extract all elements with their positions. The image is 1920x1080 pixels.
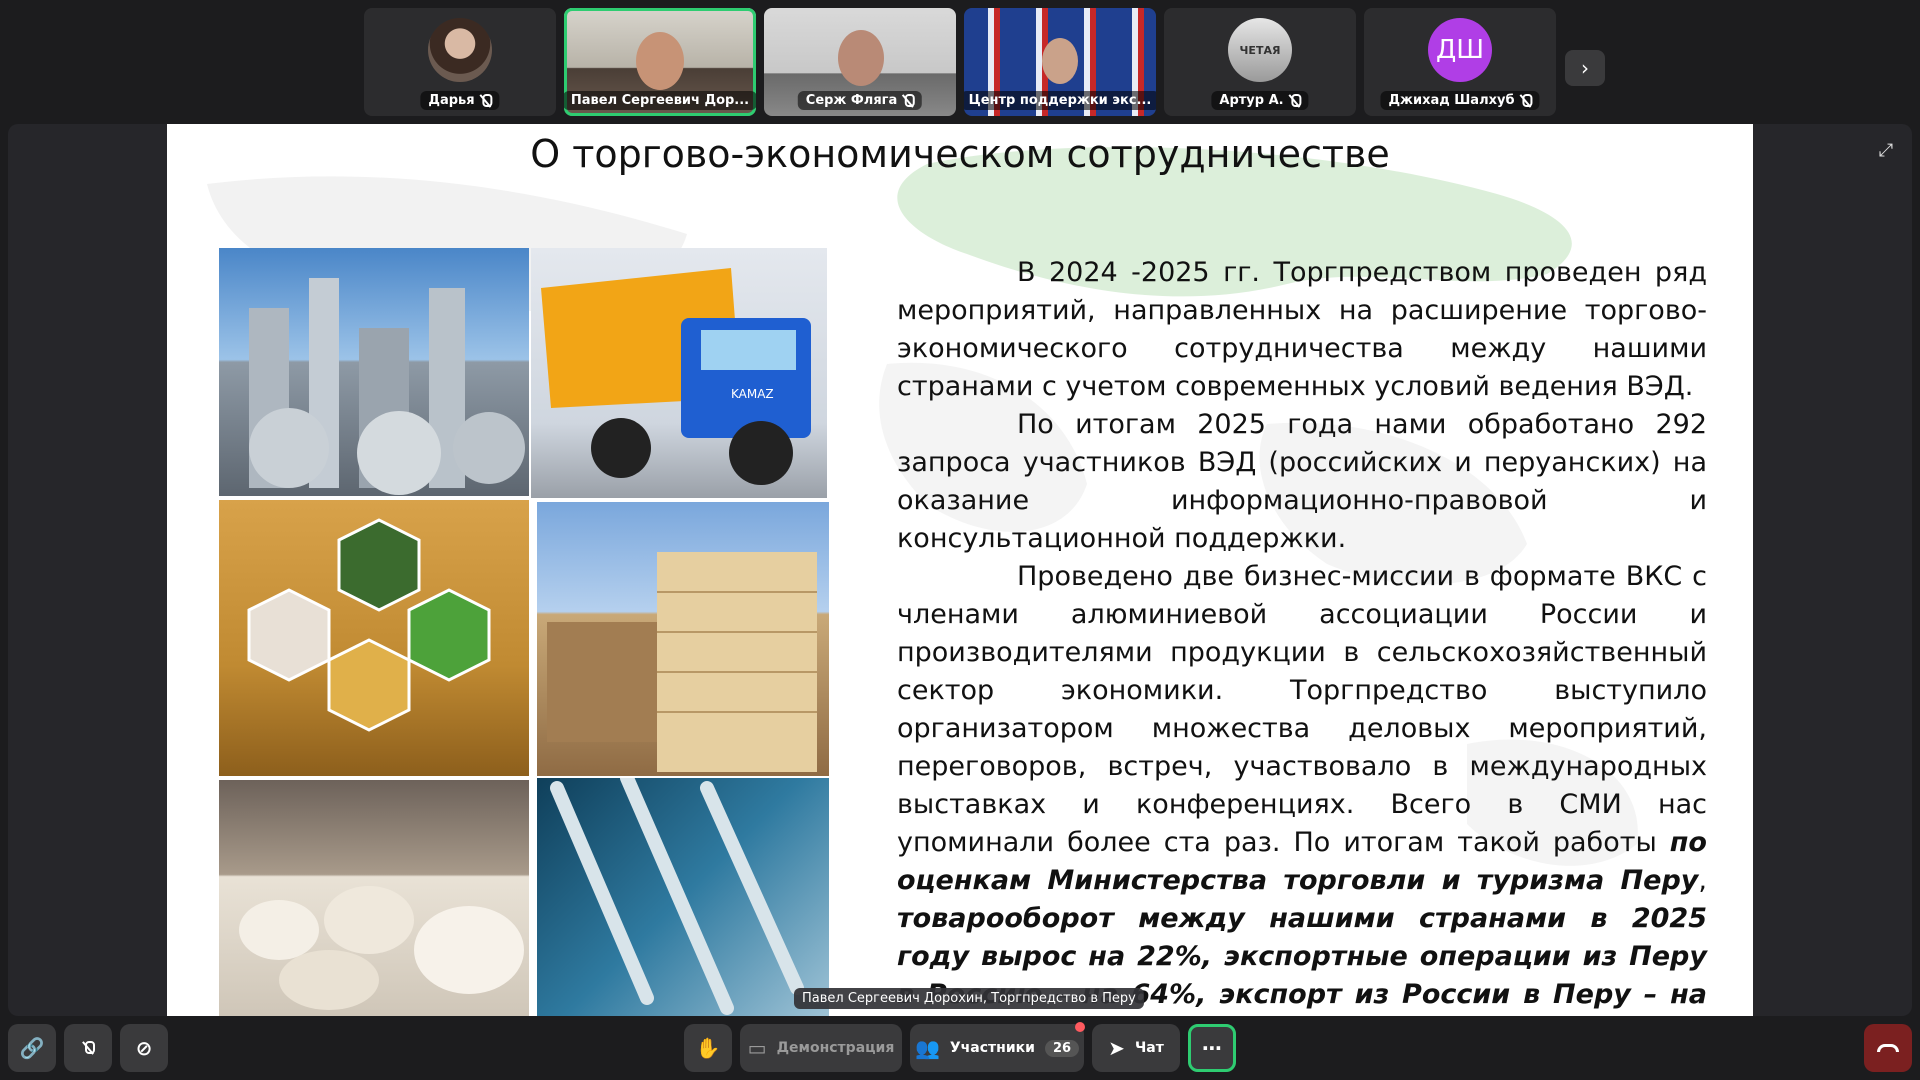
participant-video	[636, 32, 684, 90]
lumber-image	[537, 502, 829, 776]
screen-icon: ▭	[747, 1036, 767, 1060]
mic-off-icon	[1520, 93, 1533, 108]
participant-video	[838, 30, 884, 86]
chat-label: Чат	[1134, 1040, 1164, 1056]
truck-image: KAMAZ	[531, 248, 827, 498]
participants-button[interactable]: 👥 Участники 26	[910, 1024, 1084, 1072]
mic-off-icon	[1289, 93, 1302, 108]
copy-link-button[interactable]: 🔗	[8, 1024, 56, 1072]
presentation-slide: О торгово-экономическом сотрудничестве K…	[167, 124, 1753, 1016]
mic-off-icon	[480, 93, 493, 108]
slide-paragraph-text: Проведено две бизнес-миссии в формате ВК…	[897, 561, 1707, 858]
truck-brand-text: KAMAZ	[731, 387, 774, 401]
more-dots-icon: ⋯	[1202, 1036, 1222, 1060]
photo-collage: KAMAZ	[219, 248, 829, 1016]
slide-paragraph: По итогам 2025 года нами обработано 292 …	[897, 409, 1707, 554]
participant-name: Дарья	[428, 93, 475, 108]
slide-separator-text: ,	[1698, 865, 1707, 896]
participant-tile-active[interactable]: Павел Сергеевич Дор...	[564, 8, 756, 116]
mic-off-icon	[902, 93, 916, 108]
more-options-button[interactable]: ⋯	[1188, 1024, 1236, 1072]
participant-tile[interactable]: Серж Фляга	[764, 8, 956, 116]
participants-label: Участники	[949, 1040, 1035, 1056]
fullscreen-icon[interactable]: ⤢	[1874, 138, 1898, 162]
chat-button[interactable]: ➤ Чат	[1092, 1024, 1180, 1072]
participant-tile[interactable]: Центр поддержки экс...	[964, 8, 1156, 116]
steel-cable-image	[537, 778, 829, 1016]
participant-tile[interactable]: ЧЕТАЯ Артур А.	[1164, 8, 1356, 116]
screen-share-label: Демонстрация	[776, 1040, 895, 1056]
screen-share-stage: О торгово-экономическом сотрудничестве K…	[8, 124, 1912, 1016]
participant-name: Центр поддержки экс...	[968, 93, 1152, 108]
phone-hangup-icon	[1877, 1044, 1899, 1052]
slide-title: О торгово-экономическом сотрудничестве	[530, 132, 1390, 176]
participant-name: Джихад Шалхуб	[1388, 93, 1515, 108]
participant-name: Павел Сергеевич Дор...	[570, 93, 750, 108]
slide-body-text: В 2024 -2025 гг. Торгпредством проведен …	[897, 254, 1707, 1016]
camera-off-icon: ⊘	[135, 1036, 153, 1060]
mute-microphone-button[interactable]	[64, 1024, 112, 1072]
paper-rolls-image	[219, 780, 529, 1016]
raise-hand-button[interactable]: ✋	[684, 1024, 732, 1072]
screen-share-button[interactable]: ▭ Демонстрация	[740, 1024, 902, 1072]
slide-paragraph: В 2024 -2025 гг. Торгпредством проведен …	[897, 257, 1707, 402]
logo-avatar: ЧЕТАЯ	[1228, 18, 1292, 82]
refinery-image	[219, 248, 529, 496]
agriculture-image	[219, 500, 529, 776]
slide-paragraph: Проведено две бизнес-миссии в формате ВК…	[897, 558, 1707, 1016]
participant-tile[interactable]: ДШ Джихад Шалхуб	[1364, 8, 1556, 116]
participant-avatar	[428, 18, 492, 82]
participants-count-badge: 26	[1044, 1039, 1080, 1057]
leave-call-button[interactable]	[1864, 1024, 1912, 1072]
chevron-right-icon: ›	[1581, 56, 1589, 80]
mic-off-icon	[82, 1041, 95, 1055]
participant-name: Артур А.	[1219, 93, 1284, 108]
participant-strip: Дарья Павел Сергеевич Дор... Серж Фляга …	[364, 8, 1556, 116]
participant-video	[1042, 38, 1078, 84]
participant-name: Серж Фляга	[805, 93, 898, 108]
camera-off-button[interactable]: ⊘	[120, 1024, 168, 1072]
hand-icon: ✋	[695, 1036, 721, 1060]
link-icon: 🔗	[19, 1036, 45, 1060]
notification-dot	[1075, 1022, 1085, 1032]
initials-avatar: ДШ	[1428, 18, 1492, 82]
people-icon: 👥	[914, 1036, 940, 1060]
participant-tile[interactable]: Дарья	[364, 8, 556, 116]
send-icon: ➤	[1108, 1036, 1125, 1060]
next-participants-button[interactable]: ›	[1565, 50, 1605, 86]
speaker-name-label: Павел Сергеевич Дорохин, Торгпредство в …	[794, 988, 1144, 1009]
